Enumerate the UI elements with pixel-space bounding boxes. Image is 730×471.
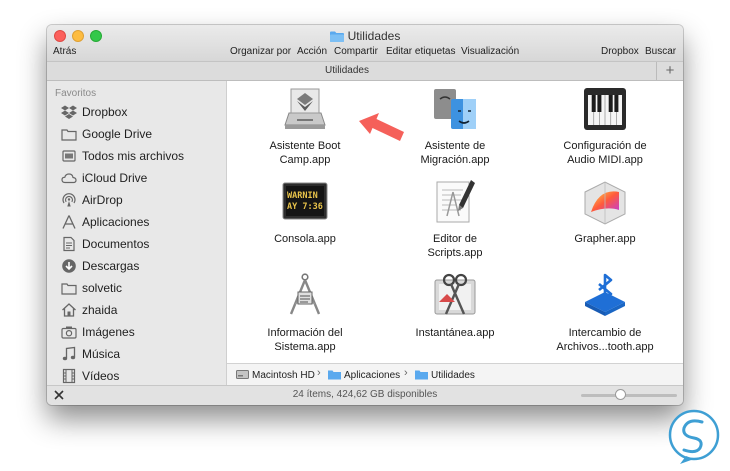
system-info-icon <box>289 273 321 315</box>
hard-drive-icon <box>236 370 249 379</box>
folder-icon <box>61 283 77 295</box>
sidebar: Favoritos Dropbox Google Drive Todos mis… <box>47 81 227 385</box>
view-button[interactable]: Visualización <box>461 46 519 57</box>
status-bar: 24 ítems, 424,62 GB disponibles <box>47 385 683 405</box>
bluetooth-icon <box>585 273 625 316</box>
share-button[interactable]: Compartir <box>334 46 378 57</box>
tab-title: Utilidades <box>325 65 369 76</box>
airdrop-icon <box>62 193 76 207</box>
app-name: Editor de Scripts.app <box>427 233 483 259</box>
arrange-button[interactable]: Organizar por <box>230 46 291 57</box>
screenshot-icon <box>434 273 476 315</box>
dropbox-icon <box>61 105 77 119</box>
tab-header: Utilidades + <box>47 61 683 81</box>
console-icon: WARNIN AY 7:36 <box>282 182 328 220</box>
icon-size-slider[interactable] <box>581 389 677 400</box>
path-separator: › <box>404 367 408 379</box>
app-audio-midi-setup[interactable]: Configuración de Audio MIDI.app <box>530 85 680 167</box>
folder-icon <box>329 31 344 42</box>
script-editor-icon <box>436 180 475 223</box>
back-button[interactable]: Atrás <box>53 46 76 57</box>
app-name: Consola.app <box>274 233 336 245</box>
sidebar-item-label: solvetic <box>82 281 123 295</box>
path-separator: › <box>317 367 321 379</box>
sidebar-item-label: Todos mis archivos <box>82 149 185 163</box>
app-grab[interactable]: Instantánea.app <box>380 272 530 340</box>
solvetic-logo-icon <box>668 409 720 464</box>
app-grapher[interactable]: Grapher.app <box>530 178 680 246</box>
applications-icon <box>62 215 76 229</box>
path-bar: Macintosh HD › Aplicaciones › Utilidades <box>227 363 683 385</box>
cloud-icon <box>61 173 77 184</box>
window-title: Utilidades <box>47 29 683 43</box>
title-bar: Utilidades Atrás Organizar por Acción Co… <box>47 25 683 61</box>
sidebar-item-label: Aplicaciones <box>82 215 150 229</box>
edit-tags-button[interactable]: Editar etiquetas <box>386 46 456 57</box>
sidebar-item-label: Google Drive <box>82 127 153 141</box>
path-item-macintosh-hd[interactable]: Macintosh HD <box>236 369 315 381</box>
sidebar-item-label: Vídeos <box>82 369 120 383</box>
grapher-icon <box>584 181 626 225</box>
app-system-information[interactable]: Información del Sistema.app <box>230 272 380 354</box>
music-icon <box>62 346 76 361</box>
console-screen-text-2: AY 7:36 <box>287 202 323 212</box>
sidebar-item-label: zhaida <box>82 303 118 317</box>
app-bluetooth-file-exchange[interactable]: Intercambio de Archivos...tooth.app <box>530 272 680 354</box>
app-console[interactable]: WARNIN AY 7:36 Consola.app <box>230 178 380 246</box>
path-item-applications[interactable]: Aplicaciones <box>328 369 400 381</box>
file-grid: Asistente Boot Camp.app Asistente de Migra… <box>227 81 683 363</box>
finder-window: Utilidades Atrás Organizar por Acción Co… <box>47 25 683 405</box>
film-icon <box>62 368 76 384</box>
sidebar-item-label: Documentos <box>82 237 150 251</box>
folder-icon <box>328 370 341 380</box>
slider-knob[interactable] <box>615 389 626 400</box>
folder-icon <box>61 129 77 141</box>
boot-camp-icon <box>284 88 326 129</box>
sidebar-section-favorites: Favoritos <box>55 88 97 99</box>
app-script-editor[interactable]: Editor de Scripts.app <box>380 178 530 260</box>
app-name: Información del Sistema.app <box>267 327 343 353</box>
new-tab-button[interactable]: + <box>656 62 683 80</box>
all-files-icon <box>62 150 76 162</box>
downloads-icon <box>62 259 76 273</box>
action-button[interactable]: Acción <box>297 46 327 57</box>
dropbox-button[interactable]: Dropbox <box>601 46 639 57</box>
window-title-text: Utilidades <box>347 29 401 43</box>
console-screen-text-1: WARNIN <box>287 191 318 201</box>
sidebar-item-label: AirDrop <box>82 193 123 207</box>
sidebar-item-label: Descargas <box>82 259 140 273</box>
sidebar-item-label: Música <box>82 347 121 361</box>
red-arrow-annotation <box>359 113 404 141</box>
path-item-utilities[interactable]: Utilidades <box>415 369 475 381</box>
app-name: Configuración de Audio MIDI.app <box>563 140 647 166</box>
app-name: Grapher.app <box>574 233 636 245</box>
sidebar-item-label: Dropbox <box>82 105 128 119</box>
home-icon <box>62 303 76 317</box>
sidebar-item-label: Imágenes <box>82 325 135 339</box>
search-button[interactable]: Buscar <box>645 46 676 57</box>
documents-icon <box>63 236 75 252</box>
sidebar-item-label: iCloud Drive <box>82 171 148 185</box>
migration-icon <box>434 89 476 129</box>
app-name: Intercambio de Archivos...tooth.app <box>556 327 654 353</box>
app-name: Instantánea.app <box>415 327 495 339</box>
camera-icon <box>61 326 77 339</box>
folder-icon <box>415 370 428 380</box>
piano-icon <box>584 88 626 130</box>
